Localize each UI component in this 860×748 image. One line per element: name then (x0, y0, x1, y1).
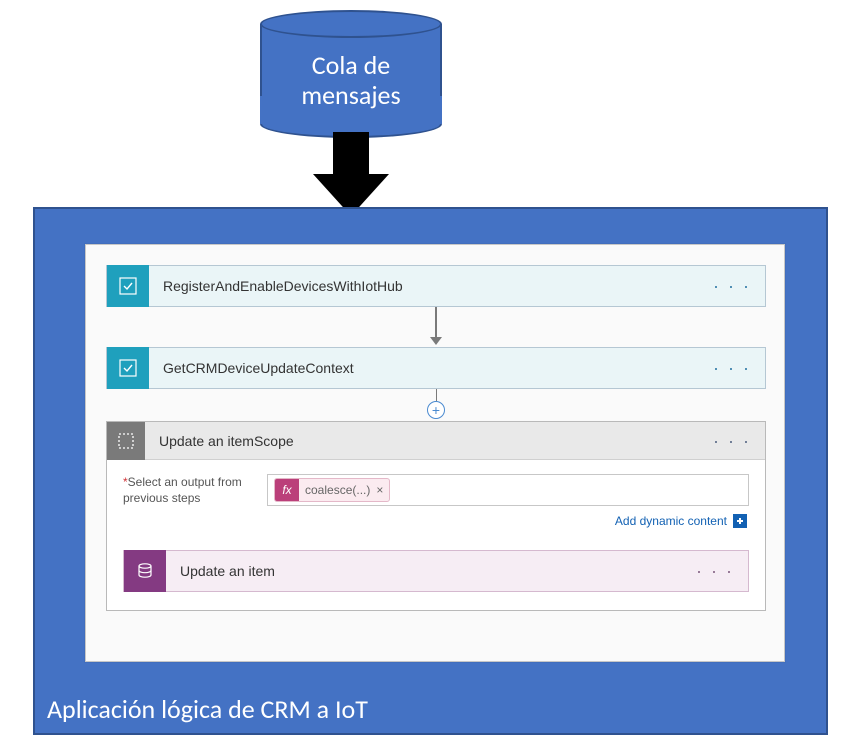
dynamic-content-icon (733, 514, 747, 528)
logic-app-container: Aplicación lógica de CRM a IoT RegisterA… (33, 207, 828, 735)
field-label-text: Select an output from previous steps (123, 475, 242, 505)
more-options-icon[interactable]: · · · (699, 281, 765, 291)
message-queue-cylinder: Cola de mensajes (260, 10, 442, 140)
field-select-output: *Select an output from previous steps fx… (123, 474, 749, 506)
remove-token-icon[interactable]: × (376, 483, 389, 497)
step-register-enable-devices[interactable]: RegisterAndEnableDevicesWithIotHub · · · (106, 265, 766, 307)
more-options-icon[interactable]: · · · (699, 363, 765, 373)
scope-icon (107, 422, 145, 460)
fx-icon: fx (275, 478, 299, 502)
add-step-button[interactable]: + (427, 401, 445, 419)
add-dynamic-content-text: Add dynamic content (615, 514, 727, 528)
logic-app-designer-panel: RegisterAndEnableDevicesWithIotHub · · ·… (85, 244, 785, 662)
expression-text: coalesce(...) (299, 483, 376, 497)
flow-arrow-down-icon (313, 132, 389, 217)
step-update-an-item[interactable]: Update an item · · · (123, 550, 749, 592)
cylinder-top (260, 10, 442, 38)
cylinder-label-line1: Cola de (312, 49, 390, 81)
scope-header[interactable]: Update an itemScope · · · (107, 422, 765, 460)
more-options-icon[interactable]: · · · (682, 566, 748, 576)
scope-update-item: Update an itemScope · · · *Select an out… (106, 421, 766, 611)
scope-body: *Select an output from previous steps fx… (107, 460, 765, 550)
step-get-crm-device-context[interactable]: GetCRMDeviceUpdateContext · · · (106, 347, 766, 389)
container-title: Aplicación lógica de CRM a IoT (47, 693, 368, 725)
step-label: Update an item (166, 563, 682, 579)
add-dynamic-content-link[interactable]: Add dynamic content (123, 506, 749, 542)
connector-arrow-icon (435, 307, 437, 339)
step-label: GetCRMDeviceUpdateContext (149, 360, 699, 376)
more-options-icon[interactable]: · · · (699, 436, 765, 446)
logic-app-action-icon (107, 265, 149, 307)
logic-app-action-icon (107, 347, 149, 389)
cylinder-label: Cola de mensajes (260, 50, 442, 110)
scope-title: Update an itemScope (145, 433, 699, 449)
step-label: RegisterAndEnableDevicesWithIotHub (149, 278, 699, 294)
expression-token[interactable]: fx coalesce(...) × (274, 478, 390, 502)
cylinder-label-line2: mensajes (301, 79, 400, 111)
database-action-icon (124, 550, 166, 592)
field-input-box[interactable]: fx coalesce(...) × (267, 474, 749, 506)
field-label: *Select an output from previous steps (123, 474, 253, 506)
